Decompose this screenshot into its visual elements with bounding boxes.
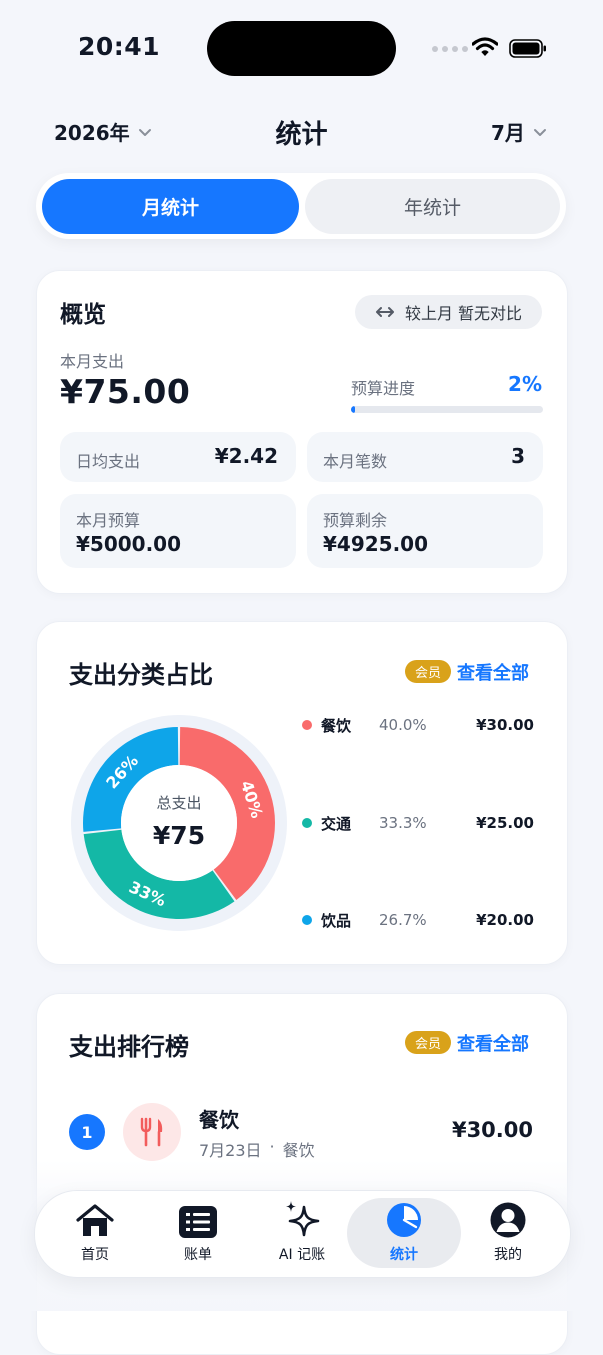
compare-badge: 较上月 暂无对比 — [355, 295, 542, 329]
compare-text: 较上月 暂无对比 — [404, 304, 523, 323]
nav-label: AI 记账 — [278, 1247, 326, 1263]
nav-home[interactable]: 首页 — [47, 1198, 143, 1268]
nav-label: 首页 — [81, 1247, 109, 1263]
legend-item: 餐饮 40.0% ¥30.00 — [302, 713, 534, 737]
budget-progress-label: 预算进度 — [351, 379, 416, 398]
legend-percent: 26.7% — [379, 911, 427, 929]
rank-badge: 1 — [69, 1114, 105, 1150]
legend-dot-drinks — [302, 915, 312, 925]
nav-label: 账单 — [184, 1247, 212, 1263]
month-selector[interactable]: 7月 — [491, 117, 547, 146]
ranking-item-name: 餐饮 — [199, 1108, 239, 1132]
ranking-see-all-link[interactable]: 查看全部 — [457, 1030, 529, 1056]
month-label: 7月 — [491, 121, 525, 145]
legend-amount: ¥25.00 — [476, 814, 534, 832]
nav-ai-bookkeeping[interactable]: AI 记账 — [254, 1198, 350, 1268]
fork-knife-icon — [140, 1117, 163, 1147]
donut-center-value: ¥75 — [153, 821, 205, 850]
dynamic-island — [207, 21, 396, 76]
ranking-item-date: 7月23日 — [199, 1141, 262, 1160]
legend-name: 餐饮 — [321, 716, 352, 735]
user-icon — [490, 1202, 526, 1238]
overview-title: 概览 — [60, 302, 106, 328]
category-title: 支出分类占比 — [69, 661, 213, 689]
count-value: 3 — [511, 444, 525, 468]
wifi-icon — [472, 37, 498, 56]
nav-statistics[interactable]: 统计 — [347, 1198, 461, 1268]
nav-label: 我的 — [494, 1247, 522, 1263]
count-label: 本月笔数 — [323, 452, 388, 471]
legend-item: 交通 33.3% ¥25.00 — [302, 811, 534, 835]
remaining-label: 预算剩余 — [323, 511, 388, 530]
ranking-item-category: 餐饮 — [282, 1141, 315, 1160]
ranking-item-amount: ¥30.00 — [451, 1118, 533, 1142]
budget-progress-bar — [351, 406, 543, 413]
pie-chart-icon — [387, 1203, 421, 1237]
category-see-all-link[interactable]: 查看全部 — [457, 659, 529, 685]
daily-avg-label: 日均支出 — [76, 452, 141, 471]
budget-label: 本月预算 — [76, 511, 141, 530]
legend-amount: ¥20.00 — [476, 911, 534, 929]
budget-tile: 本月预算 ¥5000.00 — [60, 494, 296, 568]
nav-label: 统计 — [390, 1247, 418, 1263]
month-spend-label: 本月支出 — [60, 352, 125, 371]
signal-icon — [432, 46, 468, 52]
daily-avg-tile: 日均支出 ¥2.42 — [60, 432, 296, 482]
remaining-value: ¥4925.00 — [323, 532, 429, 556]
category-donut-chart: 40%33%26% 总支出 ¥75 — [71, 715, 287, 931]
legend-dot-dining — [302, 720, 312, 730]
sparkle-icon — [286, 1201, 320, 1237]
vip-badge: 会员 — [405, 660, 451, 683]
list-icon — [179, 1206, 217, 1238]
legend-name: 饮品 — [321, 911, 352, 930]
daily-avg-value: ¥2.42 — [214, 444, 278, 468]
budget-value: ¥5000.00 — [76, 532, 182, 556]
chevron-down-icon — [533, 128, 546, 136]
battery-icon — [509, 39, 546, 58]
category-icon-bg — [123, 1103, 181, 1161]
count-tile: 本月笔数 3 — [307, 432, 543, 482]
legend-percent: 33.3% — [379, 814, 427, 832]
legend-item: 饮品 26.7% ¥20.00 — [302, 908, 534, 932]
vip-badge: 会员 — [405, 1031, 451, 1054]
home-icon — [76, 1204, 114, 1236]
donut-center-label: 总支出 — [156, 794, 201, 812]
legend-dot-transport — [302, 818, 312, 828]
ranking-item-meta: 7月23日 · 餐饮 — [199, 1137, 315, 1161]
nav-profile[interactable]: 我的 — [460, 1198, 556, 1268]
ranking-title: 支出排行榜 — [69, 1033, 189, 1061]
budget-progress-fill — [351, 406, 355, 413]
tab-monthly[interactable]: 月统计 — [42, 179, 299, 234]
meta-separator: · — [269, 1137, 275, 1156]
legend-name: 交通 — [321, 814, 352, 833]
status-time: 20:41 — [78, 32, 161, 61]
legend-amount: ¥30.00 — [476, 716, 534, 734]
tab-yearly[interactable]: 年统计 — [305, 179, 560, 234]
nav-bills[interactable]: 账单 — [150, 1198, 246, 1268]
budget-progress-percent: 2% — [508, 372, 542, 396]
compare-arrows-icon — [375, 307, 394, 317]
month-spend-value: ¥75.00 — [60, 372, 191, 411]
legend-percent: 40.0% — [379, 716, 427, 734]
remaining-tile: 预算剩余 ¥4925.00 — [307, 494, 543, 568]
